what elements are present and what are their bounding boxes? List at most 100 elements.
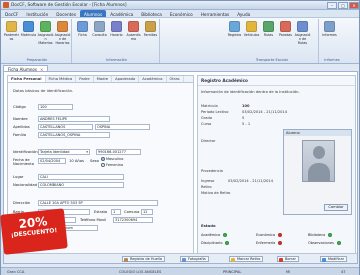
tab-otras[interactable]: Otras — [167, 76, 184, 82]
menu-herramientas[interactable]: Herramientas — [197, 10, 234, 17]
ribbon-button-parameters[interactable]: Parámetros — [3, 19, 20, 54]
ribbon-button-route[interactable]: Rutas — [260, 19, 277, 54]
estado-label: Estado — [201, 223, 216, 228]
status-indicator-icon — [328, 233, 333, 237]
photo-button[interactable]: Fotografía — [180, 256, 209, 262]
parameters-icon — [6, 21, 17, 32]
comuna-field[interactable]: 12 — [141, 209, 153, 215]
birthdate-field[interactable]: 02/04/2004 — [38, 158, 66, 164]
apellido1-field[interactable]: CASTELLANOS — [38, 124, 93, 130]
lugar-field[interactable]: CALI — [38, 174, 124, 180]
ribbon-group-label: Preparación — [26, 58, 48, 62]
periodo-label: Periodo Lectivo — [201, 110, 229, 114]
tab-ficha-medica[interactable]: Ficha Médica — [46, 76, 77, 82]
ribbon-group-label: Información — [106, 58, 127, 62]
ribbon-button-label: Vehículos — [243, 33, 260, 37]
family-icon — [145, 21, 156, 32]
ribbon-group-label: Informes — [324, 58, 340, 62]
bus-icon — [246, 21, 257, 32]
mark-withdrawal-button[interactable]: Marcar Retiro — [229, 256, 264, 262]
discount-badge: 20% ¡DESCUENTO! — [0, 208, 68, 255]
tab-ficha-personal[interactable]: Ficha Personal — [8, 76, 46, 82]
apellido2-field[interactable]: OSPINA — [95, 124, 150, 130]
grado-label: Grado — [201, 116, 212, 120]
ribbon-button-family[interactable]: Familias — [142, 19, 159, 54]
apellidos-label: Apellidos — [13, 125, 30, 129]
menu-economico[interactable]: Económico — [166, 10, 197, 17]
ribbon-button-label: Paradas — [278, 33, 293, 37]
delete-icon — [279, 257, 283, 262]
delete-button[interactable]: Borrar — [277, 256, 299, 262]
status-counter: 47 — [341, 270, 346, 274]
estrato-field[interactable]: 1 — [111, 209, 121, 215]
motivo-retiro-label: Motivo de Retiro — [201, 191, 231, 195]
change-photo-button[interactable]: Cambiar — [324, 204, 348, 211]
search-icon — [94, 21, 105, 32]
lugar-label: Lugar — [13, 175, 24, 179]
student-photo-box: Alumno Cambiar — [283, 129, 352, 215]
sex-male-radio[interactable]: Masculino — [101, 157, 123, 161]
ribbon-button-stop[interactable]: Paradas — [277, 19, 294, 54]
nombre-field[interactable]: ANDRES FELIPE — [38, 116, 110, 122]
academic-subtitle: Información de identificación dentro de … — [201, 90, 300, 94]
status-school: COLEGIO LOS ANGELES — [119, 270, 162, 274]
ribbon-button-student-card[interactable]: Ficha — [74, 19, 91, 54]
status-extra: Mi — [286, 270, 291, 274]
ribbon-button-reports[interactable]: Informes — [321, 19, 338, 54]
ribbon-group-informes: Informes Informes — [321, 19, 343, 63]
ribbon-button-route-assign[interactable]: Asignación de Rutas — [294, 19, 311, 54]
enrollment-icon — [23, 21, 34, 32]
retiro-label: Retiro — [201, 185, 212, 189]
id-type-select[interactable]: Tarjeta Identidad — [38, 149, 90, 155]
maximize-button[interactable]: □ — [338, 1, 348, 9]
status-observaciones: Observaciones — [308, 241, 341, 245]
tab-padre[interactable]: Padre — [76, 76, 94, 82]
ribbon-button-subjects[interactable]: Asignación Materias — [37, 19, 54, 54]
ribbon-group-preparacion: Parámetros Matrícula Asignación Materias As… — [3, 19, 72, 63]
student-card-icon — [77, 21, 88, 32]
familia-field[interactable]: CASTELLANOS_OSPINA — [38, 132, 110, 138]
ribbon-button-label: Asignación Materias — [37, 33, 54, 45]
menu-biblioteca[interactable]: Biblioteca — [137, 10, 166, 17]
tab-apoderado[interactable]: Apoderado — [112, 76, 140, 82]
tab-academica[interactable]: Académica — [139, 76, 167, 82]
ribbon-button-clock[interactable]: Horario — [108, 19, 125, 54]
familia-label: Familia — [13, 133, 26, 137]
ribbon-button-bus[interactable]: Vehículos — [243, 19, 260, 54]
section-title: Datos básicos de identificación. — [13, 88, 74, 93]
ribbon-button-schedule[interactable]: Asignación de Horarios — [54, 19, 71, 54]
ribbon-button-label: Rutas — [263, 33, 274, 37]
stop-icon — [280, 21, 291, 32]
id-number-field[interactable]: 990166-001277 — [96, 149, 141, 155]
menu-alumnos[interactable]: Alumnos — [80, 10, 107, 17]
menu-academica[interactable]: Académica — [106, 10, 137, 17]
ribbon-button-enrollment[interactable]: Matrícula — [20, 19, 37, 54]
sex-female-radio[interactable]: Femenino — [101, 163, 123, 167]
codigo-label: Código — [13, 105, 26, 109]
celular-field[interactable]: 3172300694 — [113, 217, 153, 223]
matricula-label: Matrícula — [201, 104, 218, 108]
close-button[interactable]: ✕ — [349, 1, 359, 9]
direccion-field[interactable]: CALLE 10A APTO 503 5P — [38, 200, 158, 206]
codigo-field[interactable]: 100 — [38, 104, 73, 110]
edit-button[interactable]: Modificar — [320, 256, 348, 262]
ribbon-button-label: Registro — [227, 33, 242, 37]
menu-ayuda[interactable]: Ayuda — [233, 10, 254, 17]
status-indicator-icon — [336, 241, 341, 245]
menu-docentes[interactable]: Docentes — [52, 10, 80, 17]
ribbon-button-register[interactable]: Registro — [226, 19, 243, 54]
ribbon-button-label: Asignación de Horarios — [54, 33, 71, 45]
tab-madre[interactable]: Madre — [94, 76, 113, 82]
fingerprint-button[interactable]: Registro de Huella — [122, 256, 166, 262]
curso-label: Curso — [201, 122, 212, 126]
ribbon-button-search[interactable]: Consulta — [91, 19, 108, 54]
minimize-button[interactable]: – — [327, 1, 337, 9]
status-economico: Económico — [256, 233, 283, 237]
ribbon-button-absence[interactable]: Ausentismo — [125, 19, 142, 54]
menu-doccf[interactable]: DocCF — [1, 10, 22, 17]
nacionalidad-field[interactable]: COLOMBIANO — [38, 182, 124, 188]
ribbon-button-label: Horario — [110, 33, 123, 37]
status-biblioteca: Biblioteca — [308, 233, 333, 237]
student-photo — [302, 140, 335, 182]
menu-institucion[interactable]: Institución — [22, 10, 52, 17]
